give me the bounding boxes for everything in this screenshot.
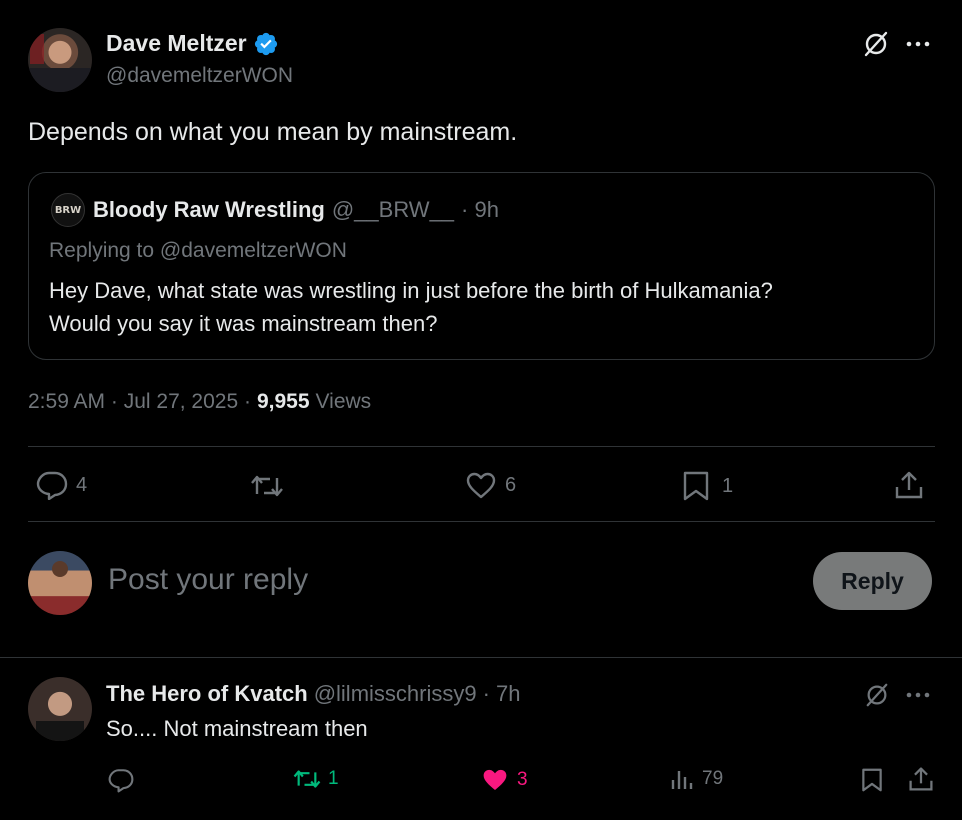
reply-time[interactable]: · 7h [483,681,521,707]
reply-input[interactable]: Post your reply [108,563,308,597]
quoted-time: · 9h [461,197,499,222]
grok-icon[interactable] [864,682,890,708]
quoted-tweet-card[interactable]: BRW Bloody Raw Wrestling @__BRW__ · 9h R… [28,172,935,360]
bookmark-action[interactable]: 1 [682,470,733,502]
reply-button[interactable]: Reply [813,552,932,610]
repost-icon[interactable] [249,472,285,500]
author-handle[interactable]: @davemeltzerWON [106,64,293,88]
author-avatar[interactable] [28,28,92,92]
divider [0,657,962,658]
reply-count: 4 [76,473,88,496]
repost-icon [292,767,322,791]
quoted-author-name: Bloody Raw Wrestling [93,197,325,222]
quoted-author-avatar: BRW [51,193,85,227]
author-name[interactable]: Dave Meltzer [106,30,247,57]
heart-icon [465,471,497,499]
verified-badge-icon [253,31,279,57]
reply-text: So.... Not mainstream then [106,716,368,741]
tweet-timestamp[interactable]: 2:59 AM · Jul 27, 2025 · [28,390,251,414]
like-count: 3 [517,768,528,790]
user-avatar[interactable] [28,551,92,615]
analytics-icon [670,767,694,791]
divider [28,446,935,447]
reply-icon[interactable] [108,767,134,793]
more-options-icon[interactable] [905,691,933,699]
quoted-author-handle: @__BRW__ [331,197,455,222]
views-label: Views [315,390,372,413]
share-icon[interactable] [894,470,924,500]
bookmark-icon [682,470,710,502]
more-options-icon[interactable] [905,40,933,48]
views-count: 79 [702,768,724,789]
grok-icon[interactable] [862,30,890,58]
brw-logo: BRW [54,204,82,216]
like-action[interactable]: 3 [481,767,528,792]
repost-count: 1 [328,768,339,789]
heart-icon [481,767,509,792]
reply-author-avatar[interactable] [28,677,92,741]
divider [28,521,935,522]
bookmark-count: 1 [722,474,734,497]
reply-action[interactable]: 4 [36,470,87,500]
quoted-text-line-2: Would you say it was mainstream then? [49,311,438,336]
quoted-replying-to: Replying to @davemeltzerWON [49,239,347,262]
views-count: 9,955 [256,390,310,413]
tweet-text: Depends on what you mean by mainstream. [28,118,518,146]
like-action[interactable]: 6 [465,471,516,499]
views-action[interactable]: 79 [670,767,723,791]
share-icon[interactable] [908,766,934,792]
bookmark-icon[interactable] [861,767,883,793]
repost-action[interactable]: 1 [292,767,339,791]
reply-icon [36,470,68,500]
reply-author-handle[interactable]: @lilmisschrissy9 [314,681,477,707]
quoted-text-line-1: Hey Dave, what state was wrestling in ju… [49,278,773,303]
reply-author-name[interactable]: The Hero of Kvatch [106,681,308,707]
like-count: 6 [505,473,517,496]
